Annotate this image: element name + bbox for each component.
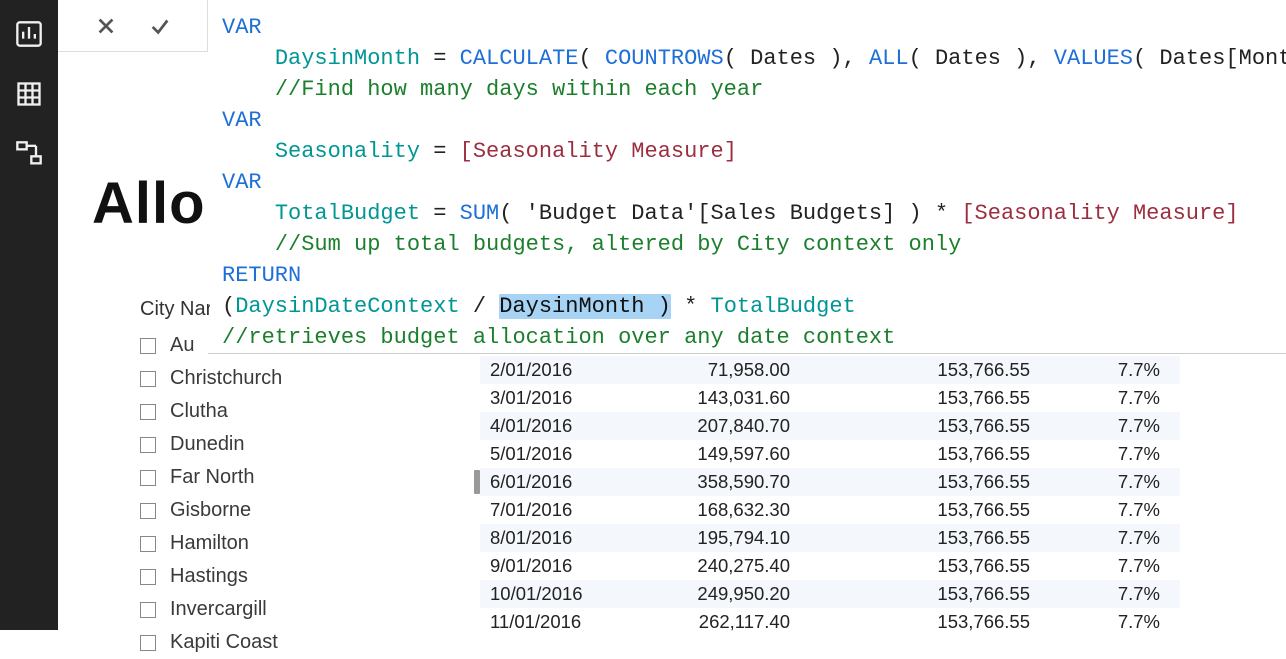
table-cell: 240,275.40 [620,555,800,577]
table-cell: 7.7% [1040,555,1170,577]
table-cell: 71,958.00 [620,359,800,381]
city-slicer-list: Au Christchurch Clutha Dunedin Far North Gisb… [140,329,480,659]
slicer-item[interactable]: Hastings [140,560,480,593]
table-cell: 207,840.70 [620,415,800,437]
table-cell: 7.7% [1040,471,1170,493]
city-slicer-label: City Nar [140,298,210,321]
slicer-item[interactable]: Kapiti Coast [140,626,480,659]
table-cell: 153,766.55 [800,499,1040,521]
table-cell: 3/01/2016 [480,387,620,409]
table-row[interactable]: 4/01/2016207,840.70153,766.557.7% [480,412,1180,440]
checkbox-icon[interactable] [140,404,156,420]
table-cell: 10/01/2016 [480,583,620,605]
table-cell: 153,766.55 [800,359,1040,381]
slicer-item[interactable]: Dunedin [140,428,480,461]
table-row[interactable]: 2/01/201671,958.00153,766.557.7% [480,356,1180,384]
table-cell: 249,950.20 [620,583,800,605]
table-cell: 7.7% [1040,443,1170,465]
table-row[interactable]: 11/01/2016262,117.40153,766.557.7% [480,608,1180,636]
checkbox-icon[interactable] [140,635,156,651]
slicer-item[interactable]: Christchurch [140,362,480,395]
table-cell: 6/01/2016 [480,471,620,493]
slicer-item-label: Au [170,331,194,360]
page-title: Allo [92,170,212,237]
slicer-item[interactable]: Gisborne [140,494,480,527]
formula-line: RETURN [222,260,1272,291]
checkbox-icon[interactable] [140,437,156,453]
table-cell: 153,766.55 [800,443,1040,465]
table-cell: 7.7% [1040,359,1170,381]
commit-button[interactable] [142,8,178,44]
table-row[interactable]: 8/01/2016195,794.10153,766.557.7% [480,524,1180,552]
left-nav [0,0,58,630]
table-cell: 7.7% [1040,499,1170,521]
table-row[interactable]: 6/01/2016358,590.70153,766.557.7% [480,468,1180,496]
city-slicer: City Nar Au Christchurch Clutha Dunedin Far … [140,298,480,659]
table-cell: 195,794.10 [620,527,800,549]
table-cell: 153,766.55 [800,387,1040,409]
slicer-item-label: Invercargill [170,595,267,624]
slicer-item-label: Gisborne [170,496,251,525]
table-cell: 153,766.55 [800,583,1040,605]
table-cell: 143,031.60 [620,387,800,409]
checkbox-icon[interactable] [140,569,156,585]
table-cell: 2/01/2016 [480,359,620,381]
formula-line: DaysinMonth = CALCULATE( COUNTROWS( Date… [222,43,1272,74]
table-cell: 7.7% [1040,583,1170,605]
slicer-item[interactable]: Far North [140,461,480,494]
formula-line: TotalBudget = SUM( 'Budget Data'[Sales B… [222,198,1272,229]
model-view-icon[interactable] [15,140,43,168]
table-cell: 4/01/2016 [480,415,620,437]
table-cell: 149,597.60 [620,443,800,465]
table-row[interactable]: 7/01/2016168,632.30153,766.557.7% [480,496,1180,524]
table-row[interactable]: 9/01/2016240,275.40153,766.557.7% [480,552,1180,580]
checkbox-icon[interactable] [140,536,156,552]
table-cell: 7.7% [1040,527,1170,549]
table-cell: 7/01/2016 [480,499,620,521]
close-icon [95,15,117,37]
table-cell: 7.7% [1040,415,1170,437]
slicer-item[interactable]: Invercargill [140,593,480,626]
table-cell: 9/01/2016 [480,555,620,577]
formula-line: //Find how many days within each year [222,74,1272,105]
checkbox-icon[interactable] [140,470,156,486]
slicer-item-label: Christchurch [170,364,282,393]
table-cell: 168,632.30 [620,499,800,521]
table-cell: 153,766.55 [800,527,1040,549]
table-row[interactable]: 5/01/2016149,597.60153,766.557.7% [480,440,1180,468]
slicer-item-label: Hastings [170,562,248,591]
slicer-item[interactable]: Hamilton [140,527,480,560]
formula-bar-actions [58,0,208,52]
table-cell: 153,766.55 [800,471,1040,493]
table-row[interactable]: 3/01/2016143,031.60153,766.557.7% [480,384,1180,412]
formula-line: VAR [222,167,1272,198]
slicer-item-label: Dunedin [170,430,245,459]
table-cell: 358,590.70 [620,471,800,493]
formula-line: VAR [222,12,1272,43]
report-view-icon[interactable] [15,20,43,48]
checkbox-icon[interactable] [140,503,156,519]
formula-line: Seasonality = [Seasonality Measure] [222,136,1272,167]
slicer-item[interactable]: Au [140,329,480,362]
slicer-item-label: Hamilton [170,529,249,558]
table-cell: 153,766.55 [800,555,1040,577]
check-icon [149,15,171,37]
table-row[interactable]: 10/01/2016249,950.20153,766.557.7% [480,580,1180,608]
table-cell: 153,766.55 [800,415,1040,437]
data-view-icon[interactable] [15,80,43,108]
data-table[interactable]: 2/01/201671,958.00153,766.557.7%3/01/201… [480,356,1180,636]
formula-line: //Sum up total budgets, altered by City … [222,229,1272,260]
table-cell: 7.7% [1040,387,1170,409]
slicer-item-label: Clutha [170,397,228,426]
cancel-button[interactable] [88,8,124,44]
slicer-item-label: Kapiti Coast [170,628,278,657]
formula-line: VAR [222,105,1272,136]
checkbox-icon[interactable] [140,371,156,387]
checkbox-icon[interactable] [140,338,156,354]
checkbox-icon[interactable] [140,602,156,618]
table-cell: 5/01/2016 [480,443,620,465]
slicer-item-label: Far North [170,463,254,492]
table-cell: 8/01/2016 [480,527,620,549]
slicer-item[interactable]: Clutha [140,395,480,428]
